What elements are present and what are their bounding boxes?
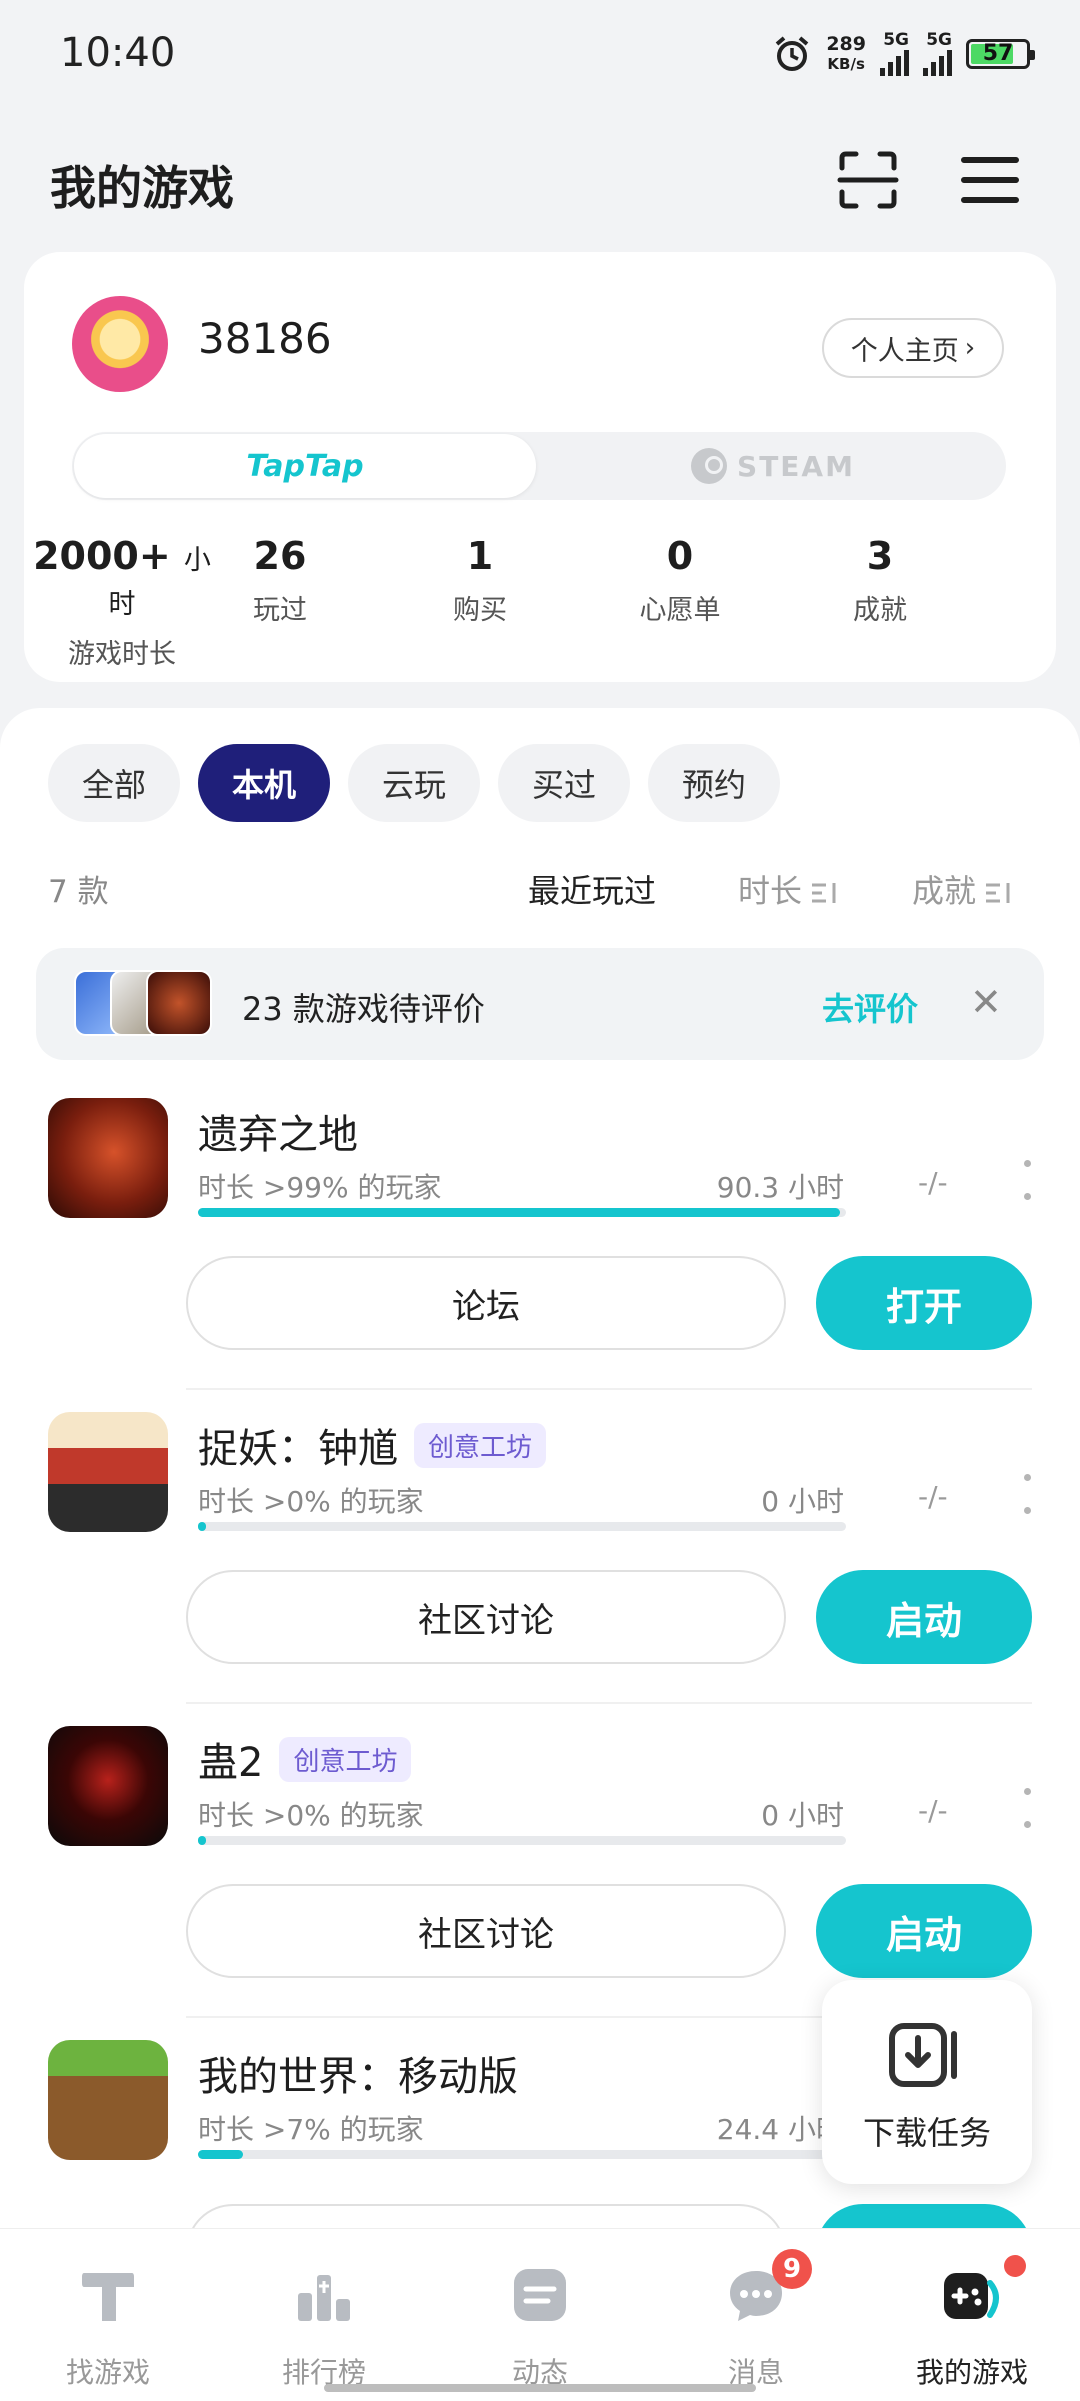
- game-title: 蛊2 创意工坊: [198, 1730, 412, 1788]
- game-title: 遗弃之地: [198, 1112, 358, 1158]
- filter-chip-purchased[interactable]: 买过: [498, 744, 630, 822]
- alarm-icon: [776, 36, 809, 71]
- more-options-icon[interactable]: [1022, 1160, 1032, 1200]
- clock: 10:40: [60, 30, 176, 76]
- nav-messages[interactable]: 9 消息: [648, 2249, 864, 2391]
- game-icon[interactable]: [48, 1098, 168, 1218]
- game-item: 捉妖：钟馗 创意工坊 时长 >0% 的玩家 0 小时 -/- 社区讨论 启动: [0, 1412, 1080, 1724]
- community-button[interactable]: 社区讨论: [186, 1884, 786, 1978]
- secondary-button[interactable]: [186, 2204, 786, 2230]
- workshop-tag: 创意工坊: [414, 1422, 547, 1468]
- home-indicator: [324, 2384, 756, 2392]
- signal-bars-icon: [923, 48, 952, 76]
- scan-icon[interactable]: [836, 148, 900, 212]
- profile-card: 38186 个人主页 › TapTap STEAM 2000+ 小时 游戏时长 …: [24, 252, 1056, 682]
- play-progress: [198, 2150, 846, 2159]
- network-speed: 289 KB/s: [826, 33, 866, 73]
- play-progress: [198, 1836, 846, 1845]
- game-icon[interactable]: [48, 1412, 168, 1532]
- stat-purchased[interactable]: 1 购买: [380, 534, 580, 627]
- chevron-right-icon: ›: [964, 333, 976, 363]
- play-hours: 0 小时: [761, 1485, 844, 1518]
- download-task-label: 下载任务: [862, 2114, 991, 2152]
- notification-dot: [1004, 2255, 1026, 2277]
- more-options-icon[interactable]: [1022, 1788, 1032, 1828]
- feed-icon: [514, 2269, 566, 2321]
- signal-2: 5G: [923, 32, 952, 76]
- tab-taptap[interactable]: TapTap: [74, 434, 536, 498]
- play-percentile: 时长 >0% 的玩家: [198, 1485, 424, 1518]
- launch-button[interactable]: 启动: [816, 1884, 1032, 1978]
- stat-played[interactable]: 26 玩过: [180, 534, 380, 627]
- play-percentile: 时长 >0% 的玩家: [198, 1799, 424, 1832]
- go-review-link[interactable]: 去评价: [822, 984, 918, 1030]
- menu-icon[interactable]: [958, 148, 1022, 212]
- status-bar: 10:40 289 KB/s 5G 5G 57: [0, 0, 1080, 110]
- ranking-icon: [298, 2275, 350, 2321]
- game-icon[interactable]: [48, 2040, 168, 2160]
- game-icon[interactable]: [48, 1726, 168, 1846]
- find-game-icon: [82, 2273, 134, 2321]
- homepage-button[interactable]: 个人主页 ›: [822, 318, 1004, 378]
- play-hours: 0 小时: [761, 1799, 844, 1832]
- filter-chip-cloud[interactable]: 云玩: [348, 744, 480, 822]
- sort-duration[interactable]: 时长: [738, 866, 838, 912]
- nav-find-game[interactable]: 找游戏: [0, 2263, 216, 2391]
- play-hours: 24.4 小时: [716, 2113, 844, 2146]
- play-percentile: 时长 >99% 的玩家: [198, 1171, 442, 1204]
- download-task-button[interactable]: 下载任务: [822, 1980, 1032, 2184]
- steam-icon: [691, 448, 728, 484]
- sort-achievement[interactable]: 成就: [912, 866, 1012, 912]
- game-title: 我的世界：移动版: [198, 2054, 518, 2100]
- forum-button[interactable]: 论坛: [186, 1256, 786, 1350]
- filter-chip-local[interactable]: 本机: [198, 744, 330, 822]
- message-badge: 9: [772, 2249, 812, 2289]
- workshop-tag: 创意工坊: [279, 1736, 412, 1782]
- battery-icon: 57: [966, 39, 1035, 69]
- stats-row: 2000+ 小时 游戏时长 26 玩过 1 购买 0 心愿单 3 成就: [24, 534, 1056, 670]
- stat-wishlist[interactable]: 0 心愿单: [580, 534, 780, 627]
- game-title: 捉妖：钟馗 创意工坊: [198, 1416, 547, 1474]
- sort-icon: [812, 883, 836, 903]
- launch-button[interactable]: 启动: [816, 1570, 1032, 1664]
- more-options-icon[interactable]: [1022, 1474, 1032, 1514]
- username: 38186: [198, 314, 332, 363]
- tab-steam[interactable]: STEAM: [542, 434, 1004, 498]
- close-icon[interactable]: ✕: [970, 983, 1002, 1021]
- nav-feed[interactable]: 动态: [432, 2263, 648, 2391]
- game-count: 7 款: [48, 874, 109, 910]
- game-item: 遗弃之地 时长 >99% 的玩家 90.3 小时 -/- 论坛 打开: [0, 1098, 1080, 1410]
- achievement-count: -/-: [918, 1794, 948, 1827]
- avatar[interactable]: [72, 296, 168, 392]
- filter-chip-reserved[interactable]: 预约: [648, 744, 780, 822]
- status-icons: 289 KB/s 5G 5G 57: [772, 32, 1035, 76]
- sort-icon: [986, 883, 1010, 903]
- review-banner: 23 款游戏待评价 去评价 ✕: [36, 948, 1044, 1060]
- divider: [186, 1702, 1032, 1704]
- bottom-navigation: 找游戏 排行榜 动态 9 消息 我的游戏: [0, 2228, 1080, 2401]
- pending-review-text: 23 款游戏待评价: [242, 990, 485, 1028]
- download-icon: [889, 2023, 957, 2087]
- platform-switch: TapTap STEAM: [72, 432, 1006, 500]
- nav-my-games[interactable]: 我的游戏: [864, 2255, 1080, 2391]
- play-percentile: 时长 >7% 的玩家: [198, 2113, 424, 2146]
- play-progress: [198, 1208, 846, 1217]
- open-button[interactable]: [816, 2204, 1032, 2230]
- play-progress: [198, 1522, 846, 1531]
- play-hours: 90.3 小时: [716, 1171, 844, 1204]
- pending-review-thumbnails: [74, 970, 224, 1038]
- page-title: 我的游戏: [50, 161, 234, 215]
- stat-achievements[interactable]: 3 成就: [780, 534, 980, 627]
- open-button[interactable]: 打开: [816, 1256, 1032, 1350]
- signal-bars-icon: [880, 48, 909, 76]
- community-button[interactable]: 社区讨论: [186, 1570, 786, 1664]
- sort-recent[interactable]: 最近玩过: [528, 866, 656, 912]
- my-games-icon: [944, 2273, 999, 2319]
- signal-1: 5G: [880, 32, 909, 76]
- achievement-count: -/-: [918, 1480, 948, 1513]
- nav-ranking[interactable]: 排行榜: [216, 2263, 432, 2391]
- filter-chip-all[interactable]: 全部: [48, 744, 180, 822]
- divider: [186, 1388, 1032, 1390]
- achievement-count: -/-: [918, 1166, 948, 1199]
